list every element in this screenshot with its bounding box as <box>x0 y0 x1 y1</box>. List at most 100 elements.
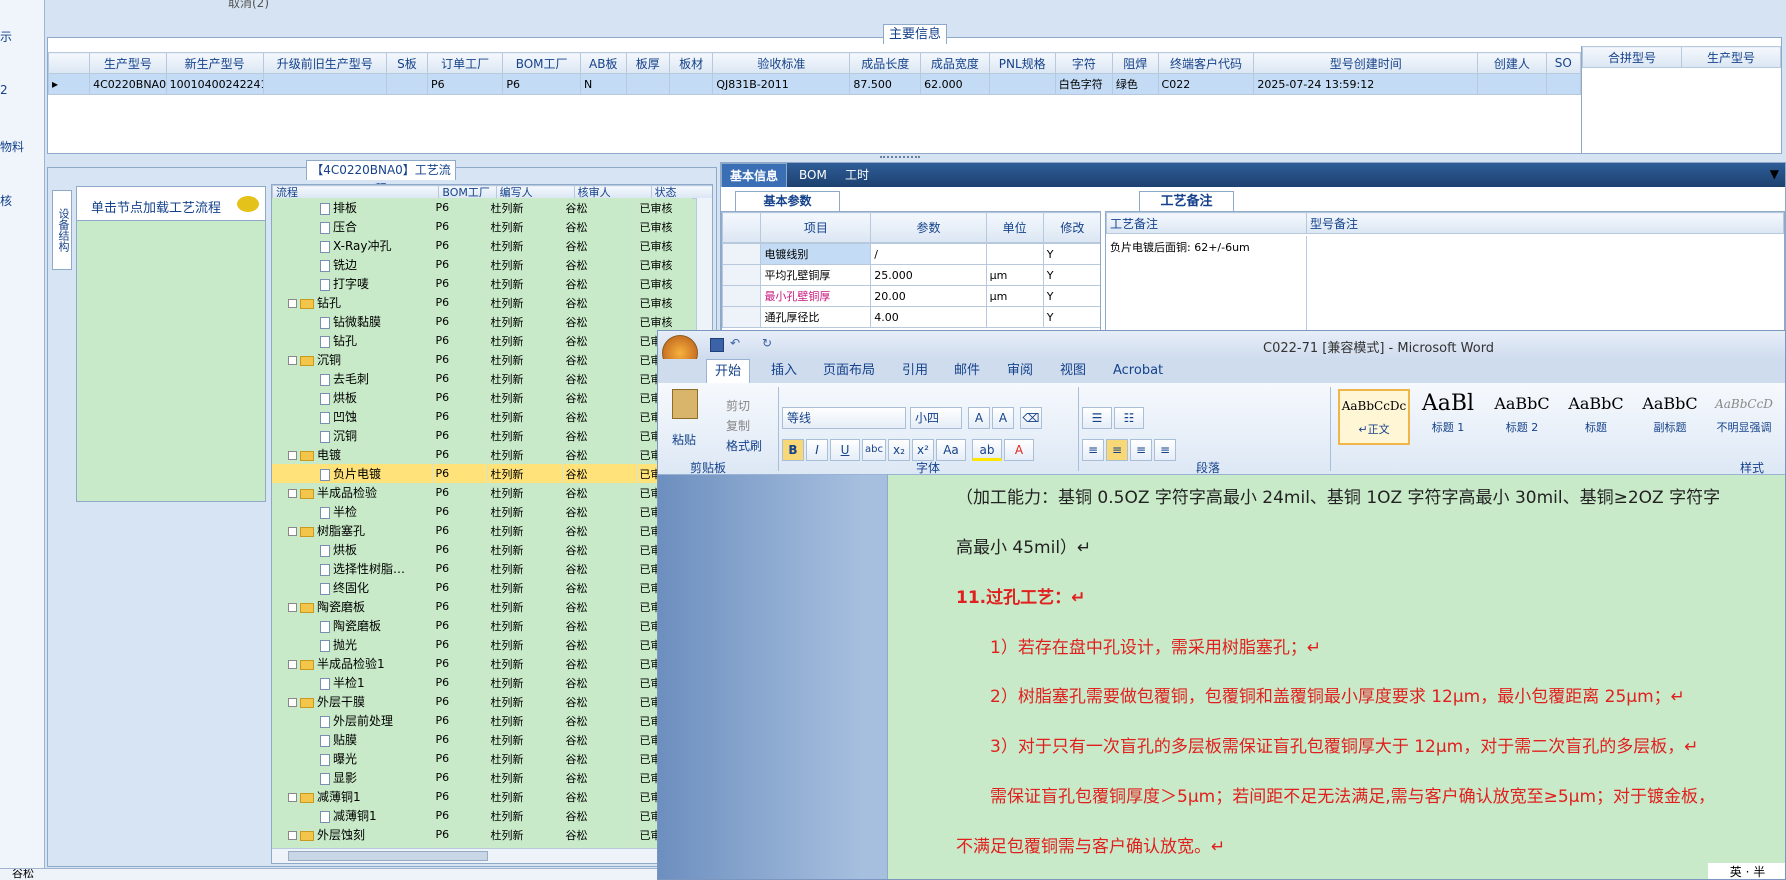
table-cell[interactable]: Y <box>1042 306 1100 328</box>
redo-icon[interactable]: ↻ <box>762 336 772 350</box>
tree-node[interactable]: 烘板 P6 杜列新 谷松 已审 <box>272 388 692 407</box>
table-cell[interactable]: 电镀线别 <box>760 243 872 265</box>
bullets-button[interactable]: ☰ <box>1082 407 1112 429</box>
column-header[interactable]: 生产型号 <box>89 52 167 74</box>
style-item[interactable]: AaBl 标题 1 <box>1412 389 1484 445</box>
justify-button[interactable]: ≡ <box>1154 439 1176 461</box>
ribbon-tab-insert[interactable]: 插入 <box>771 359 797 383</box>
tree-node[interactable]: 排板 P6 杜列新 谷松 已审核 <box>272 198 692 217</box>
tree-node[interactable]: 半成品检验1 P6 杜列新 谷松 已审 <box>272 654 692 673</box>
ime-indicator[interactable]: 英 · 半 <box>1708 863 1785 879</box>
left-edge-item[interactable]: 核 <box>0 192 12 209</box>
tree-node[interactable]: 显影 P6 杜列新 谷松 已审 <box>272 768 692 787</box>
table-cell[interactable]: 62.000 <box>920 73 990 95</box>
collapse-icon[interactable] <box>288 831 297 840</box>
column-header[interactable]: PNL规格 <box>988 52 1056 74</box>
table-cell[interactable]: 通孔厚径比 <box>760 306 872 328</box>
table-cell[interactable]: 10010400242241 <box>165 73 264 95</box>
table-cell[interactable]: μm <box>985 264 1044 286</box>
tree-node[interactable]: 曝光 P6 杜列新 谷松 已审 <box>272 749 692 768</box>
table-cell[interactable]: Y <box>1042 264 1100 286</box>
tree-node[interactable]: X-Ray冲孔 P6 杜列新 谷松 已审核 <box>272 236 692 255</box>
style-item[interactable]: AaBbCcD 不明显强调 <box>1708 389 1780 445</box>
table-row[interactable]: 通孔厚径比 4.00 Y <box>722 306 1100 328</box>
tree-node[interactable]: 铣边 P6 杜列新 谷松 已审核 <box>272 255 692 274</box>
tree-node[interactable]: 陶瓷磨板 P6 杜列新 谷松 已审 <box>272 616 692 635</box>
ribbon-tab-view[interactable]: 视图 <box>1060 359 1086 383</box>
highlight-button[interactable]: ab <box>972 439 1002 461</box>
style-item[interactable]: AaBbC 副标题 <box>1634 389 1706 445</box>
tree-node[interactable]: 陶瓷磨板 P6 杜列新 谷松 已审 <box>272 597 692 616</box>
paste-button[interactable]: 粘贴 <box>672 431 696 448</box>
table-cell[interactable]: Y <box>1042 243 1100 265</box>
table-cell[interactable] <box>668 73 714 95</box>
tree-node[interactable]: 外层前处理 P6 杜列新 谷松 已审 <box>272 711 692 730</box>
table-cell[interactable]: 白色字符 <box>1054 73 1113 95</box>
tree-node[interactable]: 树脂塞孔 P6 杜列新 谷松 已审 <box>272 521 692 540</box>
subscript-button[interactable]: x₂ <box>888 439 910 461</box>
table-cell[interactable]: 4.00 <box>870 306 987 328</box>
column-header[interactable]: BOM工厂 <box>438 185 497 199</box>
table-cell[interactable]: P6 <box>502 73 581 95</box>
tree-node[interactable]: 沉铜 P6 杜列新 谷松 已审 <box>272 426 692 445</box>
table-cell[interactable] <box>1477 73 1547 95</box>
table-cell[interactable]: Y <box>1042 285 1100 307</box>
splitter-handle[interactable] <box>880 156 920 160</box>
column-header[interactable]: 参数 <box>870 212 987 243</box>
tree-node[interactable]: 外层蚀刻 P6 杜列新 谷松 已审 <box>272 825 692 844</box>
table-cell[interactable]: 25.000 <box>870 264 987 286</box>
font-color-button[interactable]: A <box>1004 439 1034 461</box>
table-cell[interactable] <box>988 73 1056 95</box>
column-header[interactable]: 项目 <box>760 212 872 243</box>
font-size-select[interactable]: 小四 <box>910 407 962 429</box>
left-edge-item[interactable]: 示 <box>0 28 12 45</box>
table-cell[interactable] <box>262 73 387 95</box>
font-name-select[interactable]: 等线 <box>782 407 906 429</box>
style-item[interactable]: AaBbC 标题 <box>1560 389 1632 445</box>
tree-node[interactable]: 沉铜 P6 杜列新 谷松 已审 <box>272 350 692 369</box>
table-cell[interactable]: P6 <box>426 73 504 95</box>
column-header[interactable]: 成品长度 <box>849 52 922 74</box>
tree-node[interactable]: 抛光 P6 杜列新 谷松 已审 <box>272 635 692 654</box>
table-cell[interactable]: 平均孔壁铜厚 <box>760 264 872 286</box>
column-header[interactable]: 流程 <box>272 185 440 199</box>
clear-format-button[interactable]: ⌫ <box>1020 407 1042 429</box>
column-header[interactable]: 新生产型号 <box>165 52 264 74</box>
tree-node[interactable]: 压合 P6 杜列新 谷松 已审核 <box>272 217 692 236</box>
table-row[interactable]: 电镀线别 / Y <box>722 243 1100 265</box>
table-cell[interactable]: 87.500 <box>849 73 922 95</box>
grow-font-button[interactable]: A <box>968 407 990 429</box>
ribbon-tab-layout[interactable]: 页面布局 <box>823 359 875 383</box>
tree-node[interactable]: 凹蚀 P6 杜列新 谷松 已审 <box>272 407 692 426</box>
collapse-icon[interactable] <box>288 793 297 802</box>
table-cell[interactable]: C022 <box>1157 73 1255 95</box>
process-remark-text[interactable]: 负片电镀后面铜: 62+/-6um <box>1110 239 1250 255</box>
column-header[interactable]: 核审人 <box>573 185 652 199</box>
ribbon-tab-mailings[interactable]: 邮件 <box>954 359 980 383</box>
ribbon-tab-acrobat[interactable]: Acrobat <box>1113 359 1163 383</box>
tab-bom[interactable]: BOM <box>791 163 835 187</box>
change-case-button[interactable]: Aa <box>936 439 966 461</box>
table-cell[interactable] <box>985 306 1044 328</box>
column-header[interactable]: BOM工厂 <box>502 52 581 74</box>
collapse-icon[interactable] <box>288 356 297 365</box>
table-cell[interactable]: N <box>579 73 627 95</box>
undo-icon[interactable]: ↶ <box>730 336 740 350</box>
column-header[interactable]: 字符 <box>1054 52 1113 74</box>
format-painter-button[interactable]: 格式刷 <box>726 437 762 454</box>
process-remark-header[interactable]: 工艺备注 <box>1106 212 1307 234</box>
column-header[interactable]: 创建人 <box>1477 52 1547 74</box>
ribbon-tab-references[interactable]: 引用 <box>902 359 928 383</box>
collapse-icon[interactable] <box>288 527 297 536</box>
column-header[interactable]: 板材 <box>668 52 714 74</box>
column-header[interactable]: 终端客户代码 <box>1157 52 1255 74</box>
tree-node[interactable]: 烘板 P6 杜列新 谷松 已审 <box>272 540 692 559</box>
table-cell[interactable] <box>1545 73 1582 95</box>
table-cell[interactable]: QJ831B-2011 <box>712 73 851 95</box>
table-cell[interactable]: 2025-07-24 13:59:12 <box>1253 73 1479 95</box>
tree-hscroll-thumb[interactable] <box>288 851 488 861</box>
column-header[interactable]: 订单工厂 <box>426 52 504 74</box>
tree-horizontal-scrollbar[interactable] <box>272 848 712 863</box>
table-cell[interactable]: 绿色 <box>1111 73 1159 95</box>
column-header[interactable]: S板 <box>385 52 428 74</box>
